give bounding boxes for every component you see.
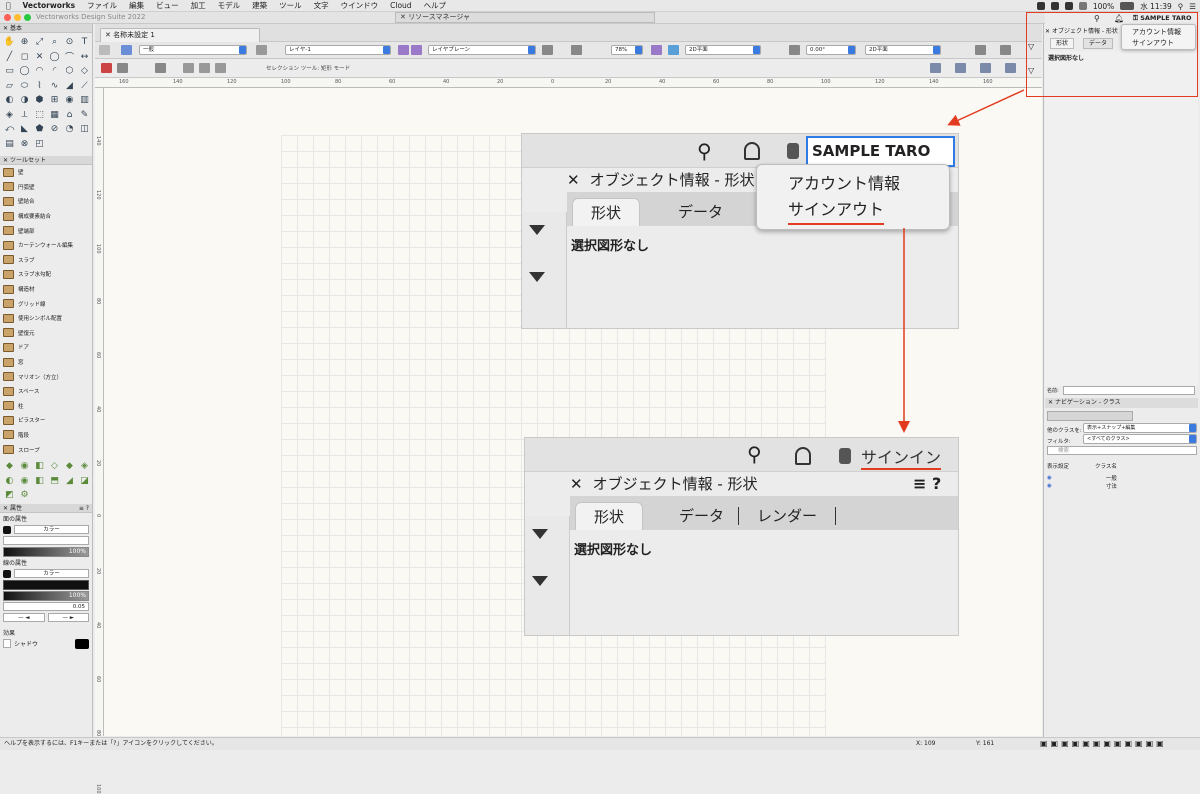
callout-arrows [898,89,1025,433]
arrow-to-callout1 [947,89,1025,126]
ruler-tick-label: 100 [95,784,101,794]
